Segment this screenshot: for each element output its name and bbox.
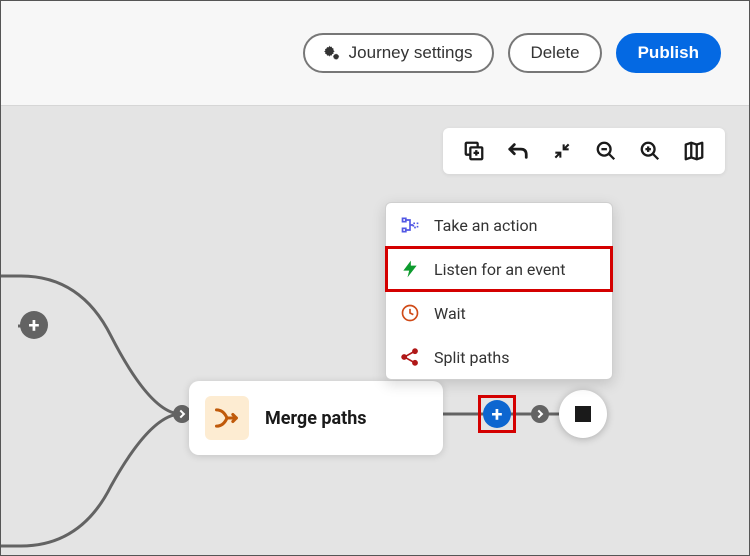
header-bar: Journey settings Delete Publish [1, 1, 749, 106]
menu-item-label: Take an action [434, 216, 537, 235]
menu-item-split-paths[interactable]: Split paths [386, 335, 612, 379]
node-title: Merge paths [265, 408, 367, 429]
zoom-out-icon[interactable] [595, 140, 617, 162]
menu-item-wait[interactable]: Wait [386, 291, 612, 335]
add-step-menu: Take an action Listen for an event Wait … [385, 202, 613, 380]
menu-item-label: Wait [434, 304, 466, 323]
delete-label: Delete [530, 43, 579, 63]
gears-icon [321, 43, 341, 63]
undo-icon[interactable] [507, 140, 529, 162]
publish-button[interactable]: Publish [616, 33, 721, 73]
end-input-chevron [531, 405, 549, 423]
journey-settings-button[interactable]: Journey settings [303, 33, 495, 73]
menu-item-label: Split paths [434, 348, 509, 367]
node-merge-paths[interactable]: Merge paths [189, 381, 443, 455]
wait-icon [400, 303, 420, 323]
delete-button[interactable]: Delete [508, 33, 601, 73]
minimap-icon[interactable] [683, 140, 705, 162]
journey-settings-label: Journey settings [349, 43, 473, 63]
add-step-button[interactable]: + [483, 400, 511, 428]
menu-item-listen-event[interactable]: Listen for an event [386, 247, 612, 291]
menu-item-label: Listen for an event [434, 260, 565, 279]
menu-item-take-action[interactable]: Take an action [386, 203, 612, 247]
split-icon [400, 347, 420, 367]
canvas-toolbar [443, 128, 725, 174]
stop-icon [575, 406, 591, 422]
merge-paths-icon [205, 396, 249, 440]
publish-label: Publish [638, 43, 699, 63]
zoom-in-icon[interactable] [639, 140, 661, 162]
add-node-plus-button[interactable]: + [20, 311, 48, 339]
end-node[interactable] [559, 390, 607, 438]
event-icon [400, 259, 420, 279]
collapse-icon[interactable] [551, 140, 573, 162]
duplicate-icon[interactable] [463, 140, 485, 162]
journey-canvas[interactable]: + Merge paths + Take an action [1, 106, 749, 555]
action-icon [400, 215, 420, 235]
